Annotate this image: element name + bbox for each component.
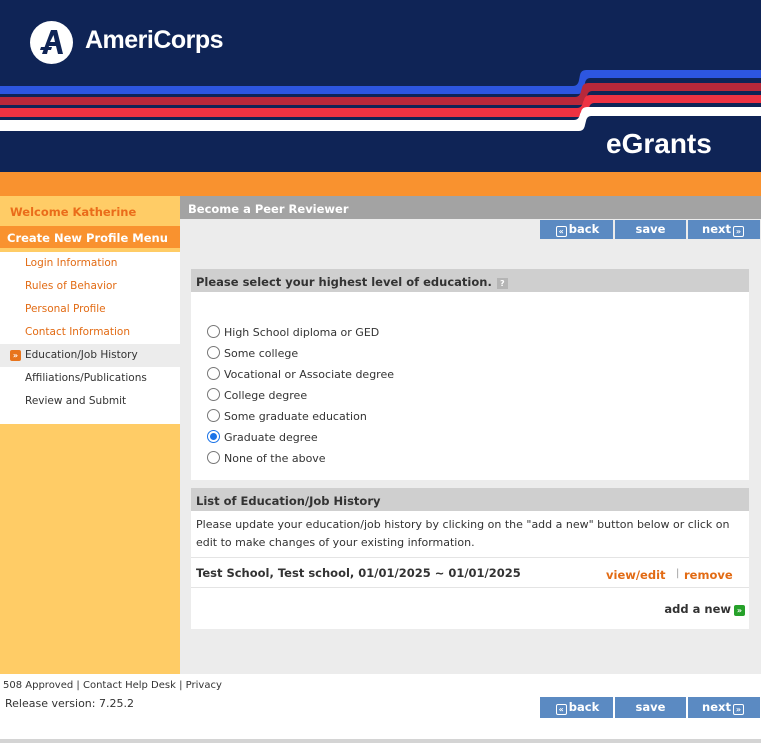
history-entry-text: Test School, Test school, 01/01/2025 ~ 0… xyxy=(196,566,521,580)
history-panel-heading: List of Education/Job History xyxy=(191,488,749,511)
radio-button[interactable] xyxy=(207,388,220,401)
sidebar-item-personal-profile[interactable]: Personal Profile xyxy=(0,298,180,321)
profile-menu: Login Information Rules of Behavior Pers… xyxy=(0,252,180,424)
education-level-panel: Please select your highest level of educ… xyxy=(191,269,749,480)
radio-button[interactable] xyxy=(207,367,220,380)
next-button-label: next xyxy=(702,222,731,236)
sidebar-item-label: Education/Job History xyxy=(25,349,138,361)
next-button-label: next xyxy=(702,700,731,714)
table-row: Test School, Test school, 01/01/2025 ~ 0… xyxy=(191,558,749,588)
header-accent-bar xyxy=(0,172,761,196)
footer-links: 508 Approved | Contact Help Desk | Priva… xyxy=(3,680,222,691)
radio-option-some-college[interactable]: Some college xyxy=(207,343,298,364)
radio-label: Some graduate education xyxy=(224,410,367,423)
save-button-label: save xyxy=(635,700,666,714)
back-button-label: back xyxy=(568,700,600,714)
save-button[interactable]: save xyxy=(615,220,686,239)
release-version: Release version: 7.25.2 xyxy=(5,697,134,710)
education-history-panel: List of Education/Job History Please upd… xyxy=(191,488,749,629)
radio-label: High School diploma or GED xyxy=(224,326,380,339)
education-panel-heading: Please select your highest level of educ… xyxy=(191,269,749,292)
radio-option-vocational[interactable]: Vocational or Associate degree xyxy=(207,364,394,385)
welcome-message: Welcome Katherine xyxy=(0,196,180,226)
back-button[interactable]: «back xyxy=(540,697,613,718)
top-nav-buttons: «back save next» xyxy=(540,220,760,239)
sidebar-item-review-and-submit[interactable]: Review and Submit xyxy=(0,390,180,413)
bottom-nav-buttons: «back save next» xyxy=(540,697,760,718)
back-button[interactable]: «back xyxy=(540,220,613,239)
education-question: Please select your highest level of educ… xyxy=(196,275,492,289)
radio-option-high-school[interactable]: High School diploma or GED xyxy=(207,322,379,343)
add-new-button[interactable]: add a new» xyxy=(664,602,745,616)
radio-label: Vocational or Associate degree xyxy=(224,368,394,381)
radio-button[interactable] xyxy=(207,409,220,422)
link-separator: | xyxy=(676,568,680,579)
arrow-right-icon: » xyxy=(732,704,744,715)
radio-button[interactable] xyxy=(207,451,220,464)
footer-link-privacy[interactable]: Privacy xyxy=(186,680,222,691)
sidebar-item-affiliations-publications[interactable]: Affiliations/Publications xyxy=(0,367,180,390)
help-icon[interactable]: ? xyxy=(496,278,508,289)
site-header: AmeriCorps eGrants xyxy=(0,0,761,172)
radio-button[interactable] xyxy=(207,346,220,359)
sidebar-item-login-information[interactable]: Login Information xyxy=(0,252,180,275)
radio-option-some-graduate[interactable]: Some graduate education xyxy=(207,406,367,427)
page-title: Become a Peer Reviewer xyxy=(180,196,761,219)
next-button[interactable]: next» xyxy=(688,697,760,718)
americorps-logo-text: AmeriCorps xyxy=(85,26,224,54)
radio-option-graduate-degree[interactable]: Graduate degree xyxy=(207,427,318,448)
americorps-logo-icon xyxy=(30,21,73,64)
save-button[interactable]: save xyxy=(615,697,686,718)
bottom-border xyxy=(0,739,761,743)
sidebar-item-contact-information[interactable]: Contact Information xyxy=(0,321,180,344)
arrow-left-icon: « xyxy=(555,226,567,237)
arrow-right-icon: » xyxy=(732,226,744,237)
remove-link[interactable]: remove xyxy=(684,568,733,582)
radio-button[interactable] xyxy=(207,325,220,338)
next-button[interactable]: next» xyxy=(688,220,760,239)
app-name: eGrants xyxy=(606,128,712,159)
footer-link-508[interactable]: 508 Approved xyxy=(3,680,73,691)
radio-option-none[interactable]: None of the above xyxy=(207,448,326,469)
radio-label: None of the above xyxy=(224,452,326,465)
history-description: Please update your education/job history… xyxy=(191,511,749,558)
radio-label: Graduate degree xyxy=(224,431,318,444)
radio-button-selected[interactable] xyxy=(207,430,220,443)
sidebar-item-education-job-history[interactable]: » Education/Job History xyxy=(0,344,180,367)
sidebar: Welcome Katherine Create New Profile Men… xyxy=(0,196,180,674)
radio-label: College degree xyxy=(224,389,308,402)
save-button-label: save xyxy=(635,222,666,236)
radio-option-college-degree[interactable]: College degree xyxy=(207,385,307,406)
footer-link-help-desk[interactable]: Contact Help Desk xyxy=(83,680,176,691)
radio-label: Some college xyxy=(224,347,299,360)
view-edit-link[interactable]: view/edit xyxy=(606,568,666,582)
back-button-label: back xyxy=(568,222,600,236)
add-new-label: add a new xyxy=(664,602,731,616)
arrow-left-icon: « xyxy=(555,704,567,715)
current-page-arrow-icon: » xyxy=(10,350,21,361)
menu-title: Create New Profile Menu xyxy=(0,226,180,248)
add-arrow-icon: » xyxy=(734,605,745,616)
main-content: Become a Peer Reviewer «back save next» … xyxy=(180,196,761,674)
sidebar-item-rules-of-behavior[interactable]: Rules of Behavior xyxy=(0,275,180,298)
